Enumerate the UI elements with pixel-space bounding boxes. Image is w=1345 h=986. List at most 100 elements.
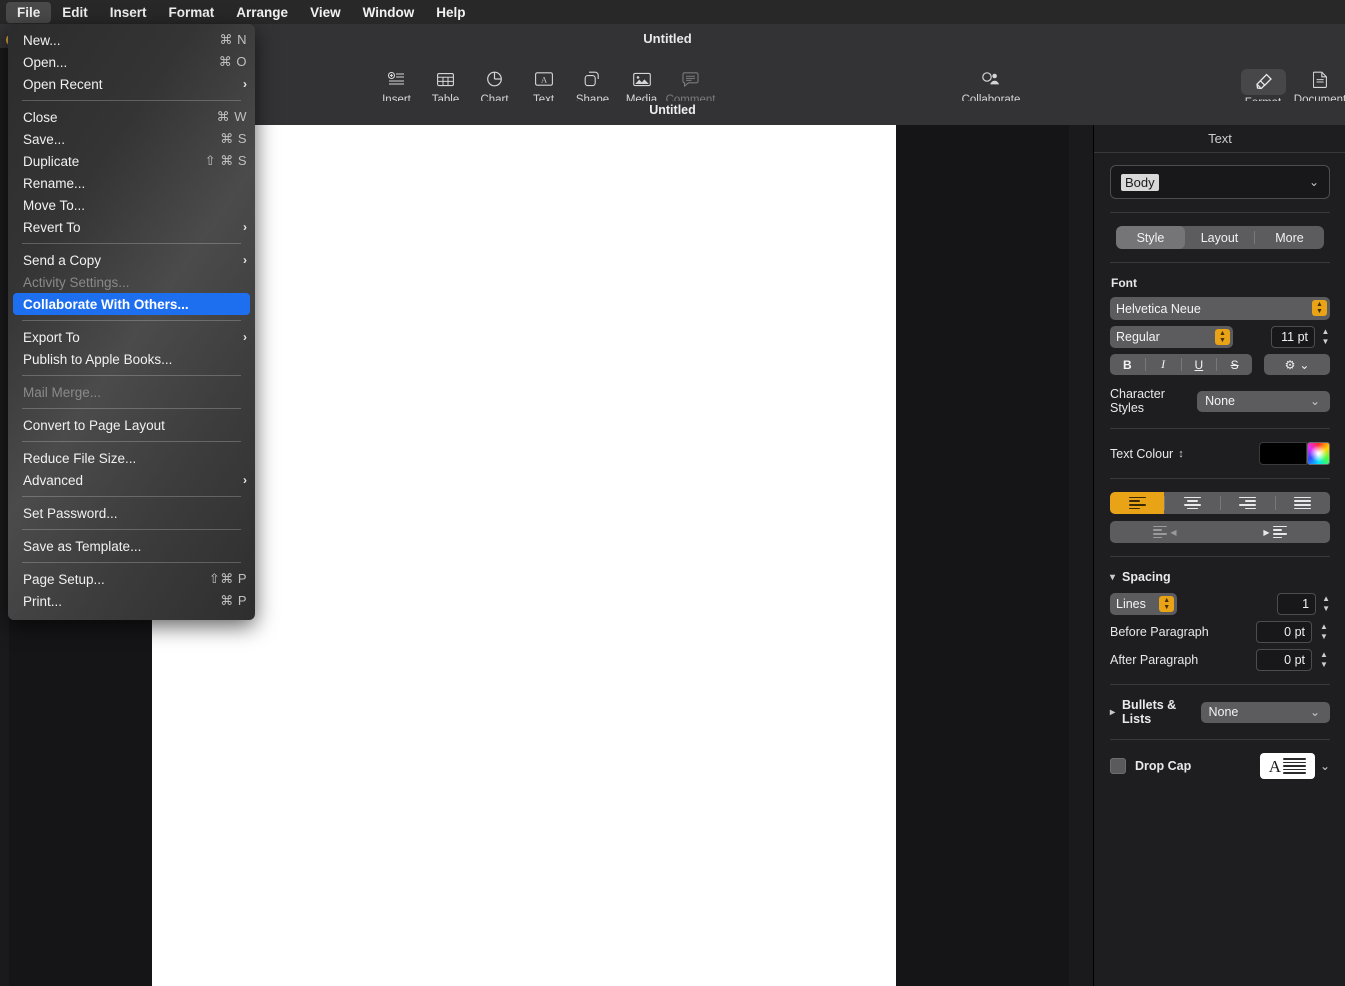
menu-item-move-to[interactable]: Move To... bbox=[8, 194, 255, 216]
spacing-section-header[interactable]: ▾ Spacing bbox=[1110, 570, 1330, 584]
divider bbox=[1110, 262, 1330, 263]
text-colour-stepper-icon[interactable]: ↕ bbox=[1178, 448, 1184, 460]
menu-file[interactable]: File bbox=[6, 1, 52, 23]
menu-item-collaborate-with-others[interactable]: Collaborate With Others... bbox=[13, 293, 250, 315]
menu-item-label: Convert to Page Layout bbox=[23, 417, 165, 433]
svg-text:A: A bbox=[540, 75, 546, 84]
menu-item-save[interactable]: Save... ⌘ S bbox=[8, 128, 255, 150]
menu-item-set-password[interactable]: Set Password... bbox=[8, 502, 255, 524]
spacing-mode-value: Lines bbox=[1116, 597, 1146, 611]
drop-cap-checkbox[interactable] bbox=[1110, 758, 1126, 774]
spacing-value-stepper-icon[interactable]: ▲ ▼ bbox=[1322, 595, 1330, 613]
menu-item-convert-to-page-layout[interactable]: Convert to Page Layout bbox=[8, 414, 255, 436]
after-paragraph-field[interactable]: 0 pt bbox=[1256, 649, 1312, 671]
align-justify-button[interactable] bbox=[1276, 492, 1330, 514]
paragraph-style-select[interactable]: Body ⌄ bbox=[1110, 165, 1330, 199]
menu-item-export-to[interactable]: Export To › bbox=[8, 326, 255, 348]
chevron-right-icon: › bbox=[243, 220, 247, 234]
increase-indent-button[interactable]: ▶ bbox=[1220, 521, 1330, 543]
menu-item-print[interactable]: Print... ⌘ P bbox=[8, 590, 255, 612]
divider bbox=[1110, 212, 1330, 213]
menu-item-new[interactable]: New... ⌘ N bbox=[8, 29, 255, 51]
character-styles-select[interactable]: None ⌄ bbox=[1197, 390, 1330, 412]
media-image-icon bbox=[632, 69, 651, 89]
menu-item-publish-to-apple-books[interactable]: Publish to Apple Books... bbox=[8, 348, 255, 370]
before-paragraph-stepper-icon[interactable]: ▲ ▼ bbox=[1318, 623, 1330, 641]
spacing-title: Spacing bbox=[1122, 570, 1171, 584]
menu-item-advanced[interactable]: Advanced › bbox=[8, 469, 255, 491]
strikethrough-button[interactable]: S bbox=[1217, 354, 1252, 375]
menu-item-rename[interactable]: Rename... bbox=[8, 172, 255, 194]
italic-button[interactable]: I bbox=[1146, 354, 1181, 375]
menu-item-open[interactable]: Open... ⌘ O bbox=[8, 51, 255, 73]
menu-item-duplicate[interactable]: Duplicate ⇧ ⌘ S bbox=[8, 150, 255, 172]
before-paragraph-field[interactable]: 0 pt bbox=[1256, 621, 1312, 643]
font-weight-stepper-icon[interactable]: ▲ ▼ bbox=[1215, 329, 1230, 345]
menu-view[interactable]: View bbox=[299, 2, 352, 23]
divider bbox=[1110, 428, 1330, 429]
font-weight-select[interactable]: Regular ▲ ▼ bbox=[1110, 326, 1233, 348]
font-section-label: Font bbox=[1111, 276, 1137, 290]
font-weight-value: Regular bbox=[1116, 330, 1160, 344]
menu-item-label: Close bbox=[23, 109, 58, 125]
menu-item-activity-settings: Activity Settings... bbox=[8, 271, 255, 293]
menu-item-reduce-file-size[interactable]: Reduce File Size... bbox=[8, 447, 255, 469]
align-center-button[interactable] bbox=[1165, 492, 1219, 514]
text-options-gear-button[interactable]: ⚙ ⌄ bbox=[1264, 354, 1330, 375]
text-colour-swatch[interactable] bbox=[1259, 442, 1307, 465]
spacing-value-field[interactable]: 1 bbox=[1277, 593, 1317, 615]
menu-arrange[interactable]: Arrange bbox=[225, 2, 299, 23]
text-colour-row: Text Colour ↕ bbox=[1110, 442, 1330, 465]
menu-item-label: Publish to Apple Books... bbox=[23, 351, 173, 367]
menu-insert[interactable]: Insert bbox=[99, 2, 158, 23]
spacing-mode-stepper-icon[interactable]: ▲ ▼ bbox=[1159, 596, 1175, 612]
menu-edit[interactable]: Edit bbox=[51, 2, 99, 23]
font-family-row: Helvetica Neue ▲ ▼ bbox=[1110, 297, 1330, 320]
menu-item-page-setup[interactable]: Page Setup... ⇧⌘ P bbox=[8, 568, 255, 590]
menu-separator bbox=[22, 496, 241, 497]
menu-separator bbox=[22, 100, 241, 101]
bullets-lists-select[interactable]: None ⌄ bbox=[1200, 701, 1330, 723]
align-right-button[interactable] bbox=[1221, 492, 1275, 514]
paragraph-style-value: Body bbox=[1121, 173, 1159, 191]
menu-item-shortcut: ⌘ S bbox=[220, 131, 247, 146]
menu-item-shortcut: ⇧⌘ P bbox=[208, 571, 247, 586]
divider bbox=[1110, 478, 1330, 479]
menu-format[interactable]: Format bbox=[158, 2, 226, 23]
tab-layout[interactable]: Layout bbox=[1185, 226, 1254, 249]
bullets-lists-value: None bbox=[1208, 705, 1239, 719]
menu-item-save-as-template[interactable]: Save as Template... bbox=[8, 535, 255, 557]
text-box-icon: A bbox=[534, 69, 553, 89]
divider bbox=[1110, 684, 1330, 685]
menu-item-send-a-copy[interactable]: Send a Copy › bbox=[8, 249, 255, 271]
bullets-lists-header[interactable]: ▸ Bullets & Lists bbox=[1110, 698, 1201, 726]
menu-item-close[interactable]: Close ⌘ W bbox=[8, 106, 255, 128]
font-family-select[interactable]: Helvetica Neue ▲ ▼ bbox=[1110, 297, 1330, 320]
menu-window[interactable]: Window bbox=[352, 2, 426, 23]
tab-more[interactable]: More bbox=[1255, 226, 1324, 249]
document-page[interactable] bbox=[152, 125, 896, 986]
decrease-indent-button[interactable]: ◀ bbox=[1110, 521, 1220, 543]
menu-item-shortcut: ⇧ ⌘ S bbox=[204, 153, 247, 168]
align-right-icon bbox=[1239, 496, 1257, 510]
font-weight-size-row: Regular ▲ ▼ 11 pt ▲ ▼ bbox=[1110, 326, 1330, 348]
font-family-stepper-icon[interactable]: ▲ ▼ bbox=[1312, 300, 1327, 316]
after-paragraph-row: After Paragraph 0 pt ▲ ▼ bbox=[1110, 649, 1330, 671]
bold-button[interactable]: B bbox=[1110, 354, 1145, 375]
align-left-button[interactable] bbox=[1110, 492, 1165, 514]
spacing-mode-select[interactable]: Lines ▲ ▼ bbox=[1110, 593, 1178, 615]
menu-item-label: Activity Settings... bbox=[23, 274, 130, 290]
font-size-field[interactable]: 11 pt bbox=[1271, 326, 1315, 348]
typography-row: B I U S ⚙ ⌄ bbox=[1110, 354, 1330, 375]
menu-item-revert-to[interactable]: Revert To › bbox=[8, 216, 255, 238]
after-paragraph-stepper-icon[interactable]: ▲ ▼ bbox=[1318, 651, 1330, 669]
font-size-stepper-icon[interactable]: ▲ ▼ bbox=[1321, 328, 1330, 346]
drop-cap-style-control[interactable]: A ⌄ bbox=[1259, 753, 1330, 779]
colour-wheel-icon[interactable] bbox=[1307, 442, 1330, 465]
underline-button[interactable]: U bbox=[1182, 354, 1217, 375]
tab-style[interactable]: Style bbox=[1116, 226, 1185, 249]
menu-item-open-recent[interactable]: Open Recent › bbox=[8, 73, 255, 95]
menu-item-label: Send a Copy bbox=[23, 252, 102, 268]
menu-help[interactable]: Help bbox=[425, 2, 476, 23]
menu-item-label: Export To bbox=[23, 329, 80, 345]
